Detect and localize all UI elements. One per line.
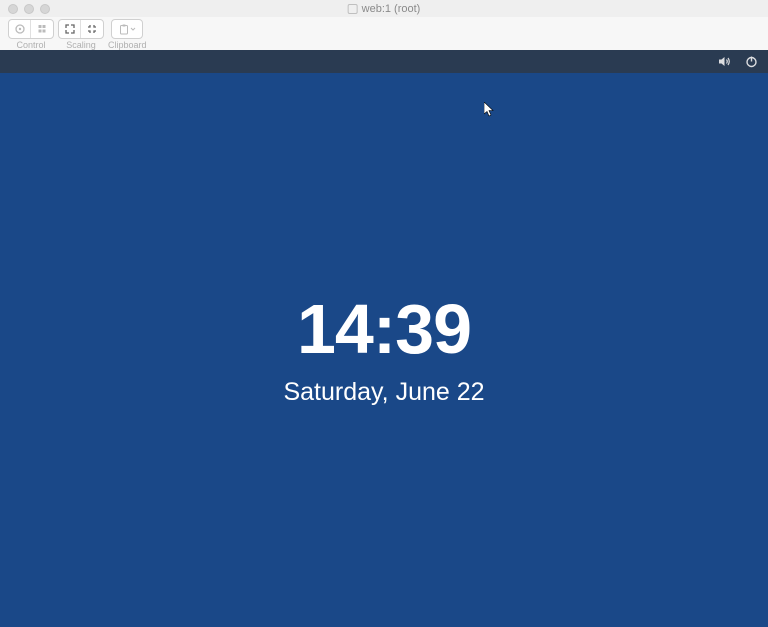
volume-icon[interactable] — [718, 55, 733, 68]
clipboard-label: Clipboard — [108, 40, 147, 50]
control-keyboard-button[interactable] — [31, 20, 53, 38]
clock-date: Saturday, June 22 — [283, 378, 484, 407]
power-icon[interactable] — [745, 55, 758, 68]
window-icon — [348, 4, 358, 14]
scaling-expand-button[interactable] — [59, 20, 81, 38]
lockscreen[interactable]: 14:39 Saturday, June 22 — [0, 73, 768, 627]
window-title: web:1 (root) — [348, 3, 421, 15]
scaling-contract-button[interactable] — [81, 20, 103, 38]
minimize-window-button[interactable] — [24, 4, 34, 14]
traffic-lights — [8, 4, 50, 14]
vnc-toolbar: Control Scaling Clipboard — [0, 17, 768, 50]
maximize-window-button[interactable] — [40, 4, 50, 14]
remote-desktop[interactable]: 14:39 Saturday, June 22 — [0, 50, 768, 627]
window-title-text: web:1 (root) — [362, 3, 421, 15]
window-titlebar: web:1 (root) — [0, 0, 768, 17]
gnome-topbar — [0, 50, 768, 73]
close-window-button[interactable] — [8, 4, 18, 14]
control-label: Control — [16, 40, 45, 50]
scaling-label: Scaling — [66, 40, 96, 50]
clipboard-button[interactable] — [112, 20, 142, 38]
clock-time: 14:39 — [297, 294, 471, 364]
scaling-group: Scaling — [58, 19, 104, 50]
control-group: Control — [8, 19, 54, 50]
clipboard-group: Clipboard — [108, 19, 147, 50]
control-mouse-button[interactable] — [9, 20, 31, 38]
